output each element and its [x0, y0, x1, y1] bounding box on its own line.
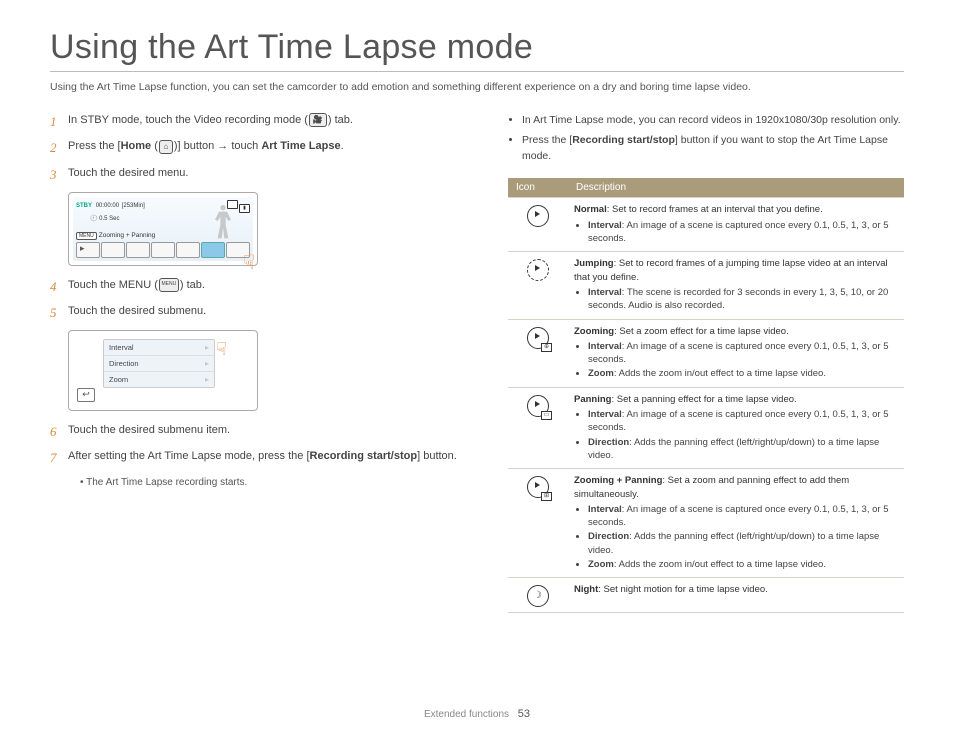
night-mode-icon: ☽	[527, 585, 549, 607]
submenu-item-interval[interactable]: Interval▸	[104, 340, 214, 356]
table-row: ▭Panning: Set a panning effect for a tim…	[508, 387, 904, 468]
right-column: In Art Time Lapse mode, you can record v…	[508, 113, 904, 613]
mode-chip-panning[interactable]	[176, 242, 200, 258]
step-2: 2 Press the [Home (⌂)] button → touch Ar…	[50, 139, 480, 157]
page-title: Using the Art Time Lapse mode	[50, 28, 904, 67]
intro-text: Using the Art Time Lapse function, you c…	[50, 80, 904, 95]
zooming-mode-icon: ⊕	[527, 327, 549, 349]
step-7-note: The Art Time Lapse recording starts.	[80, 476, 480, 490]
submenu-item-zoom[interactable]: Zoom▸	[104, 372, 214, 387]
table-row: ☽Night: Set night motion for a time laps…	[508, 578, 904, 613]
play-icon[interactable]	[76, 242, 100, 258]
chevron-right-icon: ▸	[205, 343, 209, 352]
th-icon: Icon	[508, 178, 568, 198]
step-3: 3 Touch the desired menu.	[50, 166, 480, 184]
page-footer: Extended functions 53	[0, 708, 954, 720]
note-item: In Art Time Lapse mode, you can record v…	[522, 113, 904, 129]
video-mode-icon: 🎥	[309, 113, 327, 127]
chevron-right-icon: ▸	[205, 359, 209, 368]
table-row: ⊕Zooming: Set a zoom effect for a time l…	[508, 319, 904, 387]
hand-pointer-icon	[243, 250, 255, 275]
submenu-list: Interval▸ Direction▸ Zoom▸	[103, 339, 215, 388]
menu-chip-icon: MENU	[76, 232, 97, 240]
step-7: 7 After setting the Art Time Lapse mode,…	[50, 449, 480, 467]
mode-chip-zoompan[interactable]	[201, 242, 225, 258]
camcorder-screen-1: STBY 00:00:00 [253Min] ▮ 🕘 0.5 Sec MENUZ…	[68, 192, 258, 266]
jumping-mode-icon	[527, 259, 549, 281]
mode-chip-zooming[interactable]	[151, 242, 175, 258]
battery-icon: ▮	[239, 204, 250, 213]
mode-description-table: Icon Description Normal: Set to record f…	[508, 178, 904, 613]
th-description: Description	[568, 178, 904, 198]
step-1: 1 In STBY mode, touch the Video recordin…	[50, 113, 480, 131]
step-6: 6 Touch the desired submenu item.	[50, 423, 480, 441]
notes-list: In Art Time Lapse mode, you can record v…	[508, 113, 904, 164]
left-column: 1 In STBY mode, touch the Video recordin…	[50, 113, 480, 613]
mode-chip-jumping[interactable]	[126, 242, 150, 258]
chevron-right-icon: ▸	[205, 375, 209, 384]
note-item: Press the [Recording start/stop] button …	[522, 133, 904, 165]
submenu-item-direction[interactable]: Direction▸	[104, 356, 214, 372]
table-row: ⊞Zooming + Panning: Set a zoom and panni…	[508, 469, 904, 578]
hand-pointer-icon	[216, 339, 227, 360]
mode-icon-row	[76, 242, 250, 258]
step-5: 5 Touch the desired submenu.	[50, 304, 480, 322]
mode-chip-normal[interactable]	[101, 242, 125, 258]
normal-mode-icon	[527, 205, 549, 227]
zoompan-mode-icon: ⊞	[527, 476, 549, 498]
panning-mode-icon: ▭	[527, 395, 549, 417]
home-icon: ⌂	[159, 140, 173, 154]
table-row: Normal: Set to record frames at an inter…	[508, 198, 904, 252]
step-4: 4 Touch the MENU (MENU) tab.	[50, 278, 480, 296]
divider	[50, 71, 904, 72]
menu-tab-icon: MENU	[159, 278, 179, 292]
figure-silhouette-icon	[209, 201, 237, 241]
table-row: Jumping: Set to record frames of a jumpi…	[508, 252, 904, 319]
camcorder-screen-2: Interval▸ Direction▸ Zoom▸ ↩	[68, 330, 258, 411]
back-button[interactable]: ↩	[77, 388, 95, 402]
